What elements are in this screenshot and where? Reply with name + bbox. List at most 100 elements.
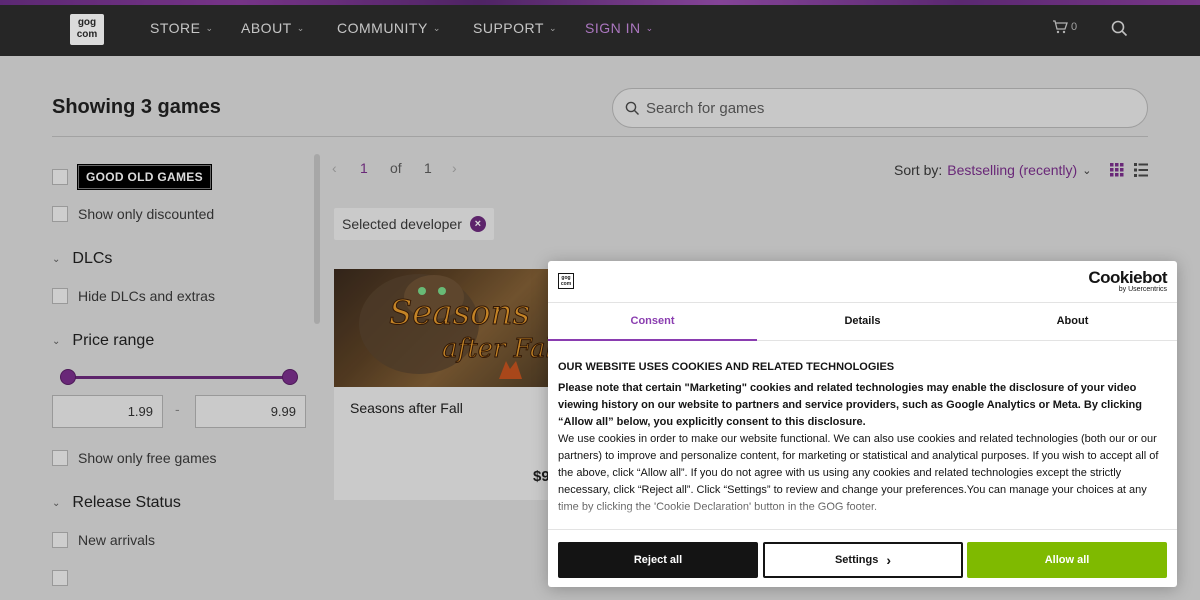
- gog-logo-line2: com: [76, 29, 98, 40]
- sort-value[interactable]: Bestselling (recently): [947, 162, 1077, 178]
- nav-sign-in[interactable]: SIGN IN ⌄: [585, 20, 654, 36]
- cookie-dialog-header: gog com Cookiebot by Usercentrics: [548, 261, 1177, 303]
- cookiebot-brand-name: Cookiebot: [1088, 268, 1167, 287]
- price-range-title: Price range: [72, 332, 155, 349]
- page-of-label: of: [390, 160, 402, 176]
- checkbox[interactable]: [52, 288, 68, 304]
- sidebar-scrollbar[interactable]: [314, 154, 320, 324]
- filter-show-discounted[interactable]: Show only discounted: [52, 206, 214, 222]
- header-search-button[interactable]: [1111, 20, 1128, 42]
- search-icon: [625, 101, 639, 115]
- price-slider-max-handle[interactable]: [282, 369, 298, 385]
- show-discounted-label: Show only discounted: [78, 206, 215, 222]
- chevron-right-icon: ›: [886, 552, 892, 568]
- list-view-icon[interactable]: [1134, 163, 1148, 177]
- gog-logo: gog com: [558, 273, 574, 289]
- price-max-input[interactable]: 9.99: [195, 395, 306, 428]
- product-title[interactable]: Seasons after Fall: [350, 400, 463, 416]
- tab-details[interactable]: Details: [758, 303, 967, 341]
- price-min-input[interactable]: 1.99: [52, 395, 163, 428]
- nav-community-label: COMMUNITY: [337, 20, 428, 36]
- product-card[interactable]: Seasons after Fall Seasons after Fall $9: [334, 269, 564, 500]
- next-page-icon[interactable]: ›: [452, 160, 457, 176]
- nav-store[interactable]: STORE ⌄: [150, 20, 214, 36]
- nav-support-label: SUPPORT: [473, 20, 544, 36]
- header-artwork: [0, 0, 1200, 5]
- checkbox[interactable]: [52, 169, 68, 185]
- release-status-section-toggle[interactable]: ⌄ Release Status: [52, 494, 181, 512]
- game-search-box[interactable]: [612, 88, 1148, 128]
- hide-dlcs-label: Hide DLCs and extras: [78, 288, 215, 304]
- filter-new-arrivals[interactable]: New arrivals: [52, 532, 155, 548]
- cookie-logo-line2: com: [560, 281, 572, 287]
- cookie-dialog-footer: Reject all Settings › Allow all: [548, 529, 1177, 587]
- cookie-body-fade: [548, 493, 1177, 529]
- gog-logo[interactable]: gog com: [70, 14, 104, 45]
- total-pages[interactable]: 1: [424, 160, 432, 176]
- nav-about[interactable]: ABOUT ⌄: [241, 20, 305, 36]
- cart-icon: [1053, 20, 1068, 34]
- show-free-label: Show only free games: [78, 450, 217, 466]
- chevron-down-icon: ⌄: [645, 22, 654, 33]
- game-cover-art: Seasons after Fall: [359, 274, 563, 379]
- close-icon[interactable]: ×: [469, 216, 486, 232]
- checkbox[interactable]: [52, 450, 68, 466]
- current-page[interactable]: 1: [360, 160, 368, 176]
- nav-support[interactable]: SUPPORT ⌄: [473, 20, 557, 36]
- reject-all-label: Reject all: [633, 554, 683, 566]
- cover-title-line1: Seasons: [389, 293, 530, 333]
- chevron-down-icon: ⌄: [296, 22, 305, 33]
- price-slider-track[interactable]: [68, 376, 290, 379]
- release-status-title: Release Status: [72, 494, 181, 511]
- checkbox[interactable]: [52, 570, 68, 586]
- settings-button[interactable]: Settings ›: [763, 542, 963, 578]
- chevron-down-icon: ⌄: [52, 253, 61, 265]
- top-navigation-bar: gog com STORE ⌄ ABOUT ⌄ COMMUNITY ⌄ SUPP…: [0, 0, 1200, 56]
- chevron-down-icon: ⌄: [52, 335, 61, 347]
- dlcs-section-title: DLCs: [72, 250, 113, 267]
- filter-hide-dlcs[interactable]: Hide DLCs and extras: [52, 288, 215, 304]
- nav-about-label: ABOUT: [241, 20, 292, 36]
- cookie-dialog-tabs: Consent Details About: [548, 303, 1177, 341]
- gog-logo-line1: gog: [77, 17, 97, 28]
- cookie-disclosure-text: Please note that certain "Marketing" coo…: [558, 382, 1142, 428]
- game-search-input[interactable]: [646, 99, 1126, 117]
- header-divider: [52, 136, 1148, 137]
- sort-control[interactable]: Sort by: Bestselling (recently) ⌄: [894, 162, 1091, 178]
- filter-next-item[interactable]: [52, 570, 68, 586]
- view-toggle: [1110, 163, 1148, 177]
- nav-sign-in-label: SIGN IN: [585, 20, 641, 36]
- filter-show-free[interactable]: Show only free games: [52, 450, 217, 466]
- cookie-heading: OUR WEBSITE USES COOKIES AND RELATED TEC…: [558, 361, 895, 373]
- cover-title-line2: after Fall: [442, 334, 562, 364]
- chevron-down-icon: ⌄: [205, 22, 214, 33]
- checkbox[interactable]: [52, 206, 68, 222]
- price-range-section-toggle[interactable]: ⌄ Price range: [52, 332, 154, 350]
- game-cover-image: Seasons after Fall: [334, 269, 564, 387]
- nav-community[interactable]: COMMUNITY ⌄: [337, 20, 441, 36]
- tab-about[interactable]: About: [968, 303, 1177, 341]
- price-range-dash: -: [175, 401, 180, 417]
- nav-store-label: STORE: [150, 20, 201, 36]
- prev-page-icon[interactable]: ‹: [332, 160, 337, 176]
- cart-button[interactable]: 0: [1052, 20, 1077, 34]
- checkbox[interactable]: [52, 532, 68, 548]
- settings-label: Settings: [834, 554, 879, 566]
- reject-all-button[interactable]: Reject all: [558, 542, 758, 578]
- chip-label: Selected developer: [342, 216, 462, 232]
- filter-good-old-games[interactable]: GOOD OLD GAMES: [52, 164, 212, 190]
- new-arrivals-label: New arrivals: [78, 532, 156, 548]
- dlcs-section-toggle[interactable]: ⌄ DLCs: [52, 250, 112, 268]
- grid-view-icon[interactable]: [1110, 163, 1124, 177]
- chevron-down-icon: ⌄: [52, 497, 61, 509]
- chevron-down-icon: ⌄: [548, 22, 557, 33]
- sort-label: Sort by:: [894, 162, 943, 178]
- cookiebot-logo[interactable]: Cookiebot by Usercentrics: [1088, 268, 1167, 293]
- tab-consent[interactable]: Consent: [548, 303, 757, 341]
- chevron-down-icon: ⌄: [432, 22, 441, 33]
- search-icon: [1111, 20, 1128, 37]
- page-title: Showing 3 games: [52, 96, 221, 118]
- cart-count: 0: [1071, 21, 1078, 33]
- allow-all-button[interactable]: Allow all: [967, 542, 1167, 578]
- price-slider-min-handle[interactable]: [60, 369, 76, 385]
